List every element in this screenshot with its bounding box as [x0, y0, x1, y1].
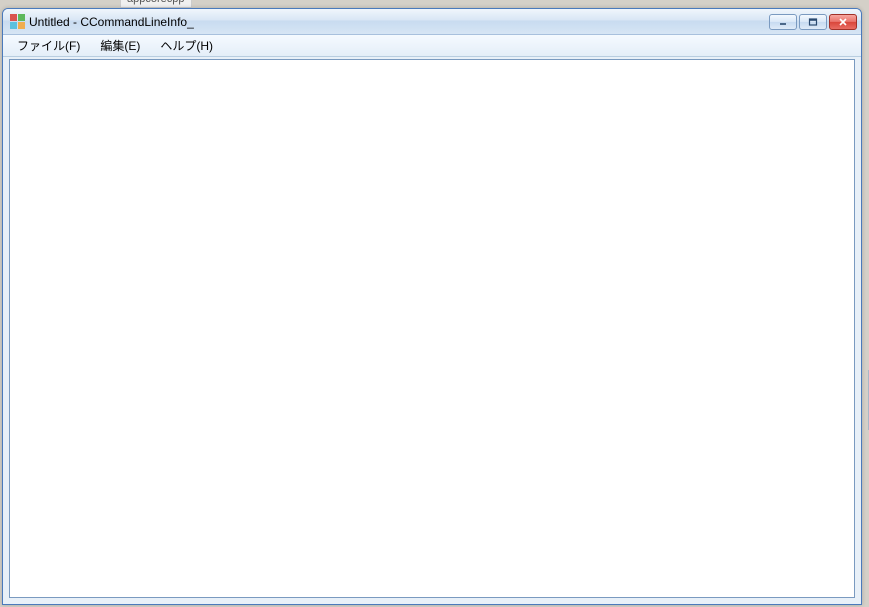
- maximize-button[interactable]: [799, 14, 827, 30]
- close-button[interactable]: [829, 14, 857, 30]
- minimize-button[interactable]: [769, 14, 797, 30]
- menu-edit[interactable]: 編集(E): [90, 34, 150, 57]
- menu-file[interactable]: ファイル(F): [7, 34, 90, 57]
- app-icon: [9, 14, 25, 30]
- titlebar[interactable]: Untitled - CCommandLineInfo_: [3, 9, 861, 35]
- app-window: Untitled - CCommandLineInfo_ ファイル(F) 編集(…: [2, 8, 862, 605]
- menu-help[interactable]: ヘルプ(H): [150, 34, 223, 57]
- menubar: ファイル(F) 編集(E) ヘルプ(H): [3, 35, 861, 57]
- client-area[interactable]: [9, 59, 855, 598]
- window-controls: [769, 14, 857, 30]
- close-icon: [838, 18, 848, 26]
- minimize-icon: [778, 18, 788, 26]
- maximize-icon: [808, 18, 818, 26]
- window-title: Untitled - CCommandLineInfo_: [29, 15, 769, 29]
- background-fragment: appcorecpp: [120, 0, 192, 8]
